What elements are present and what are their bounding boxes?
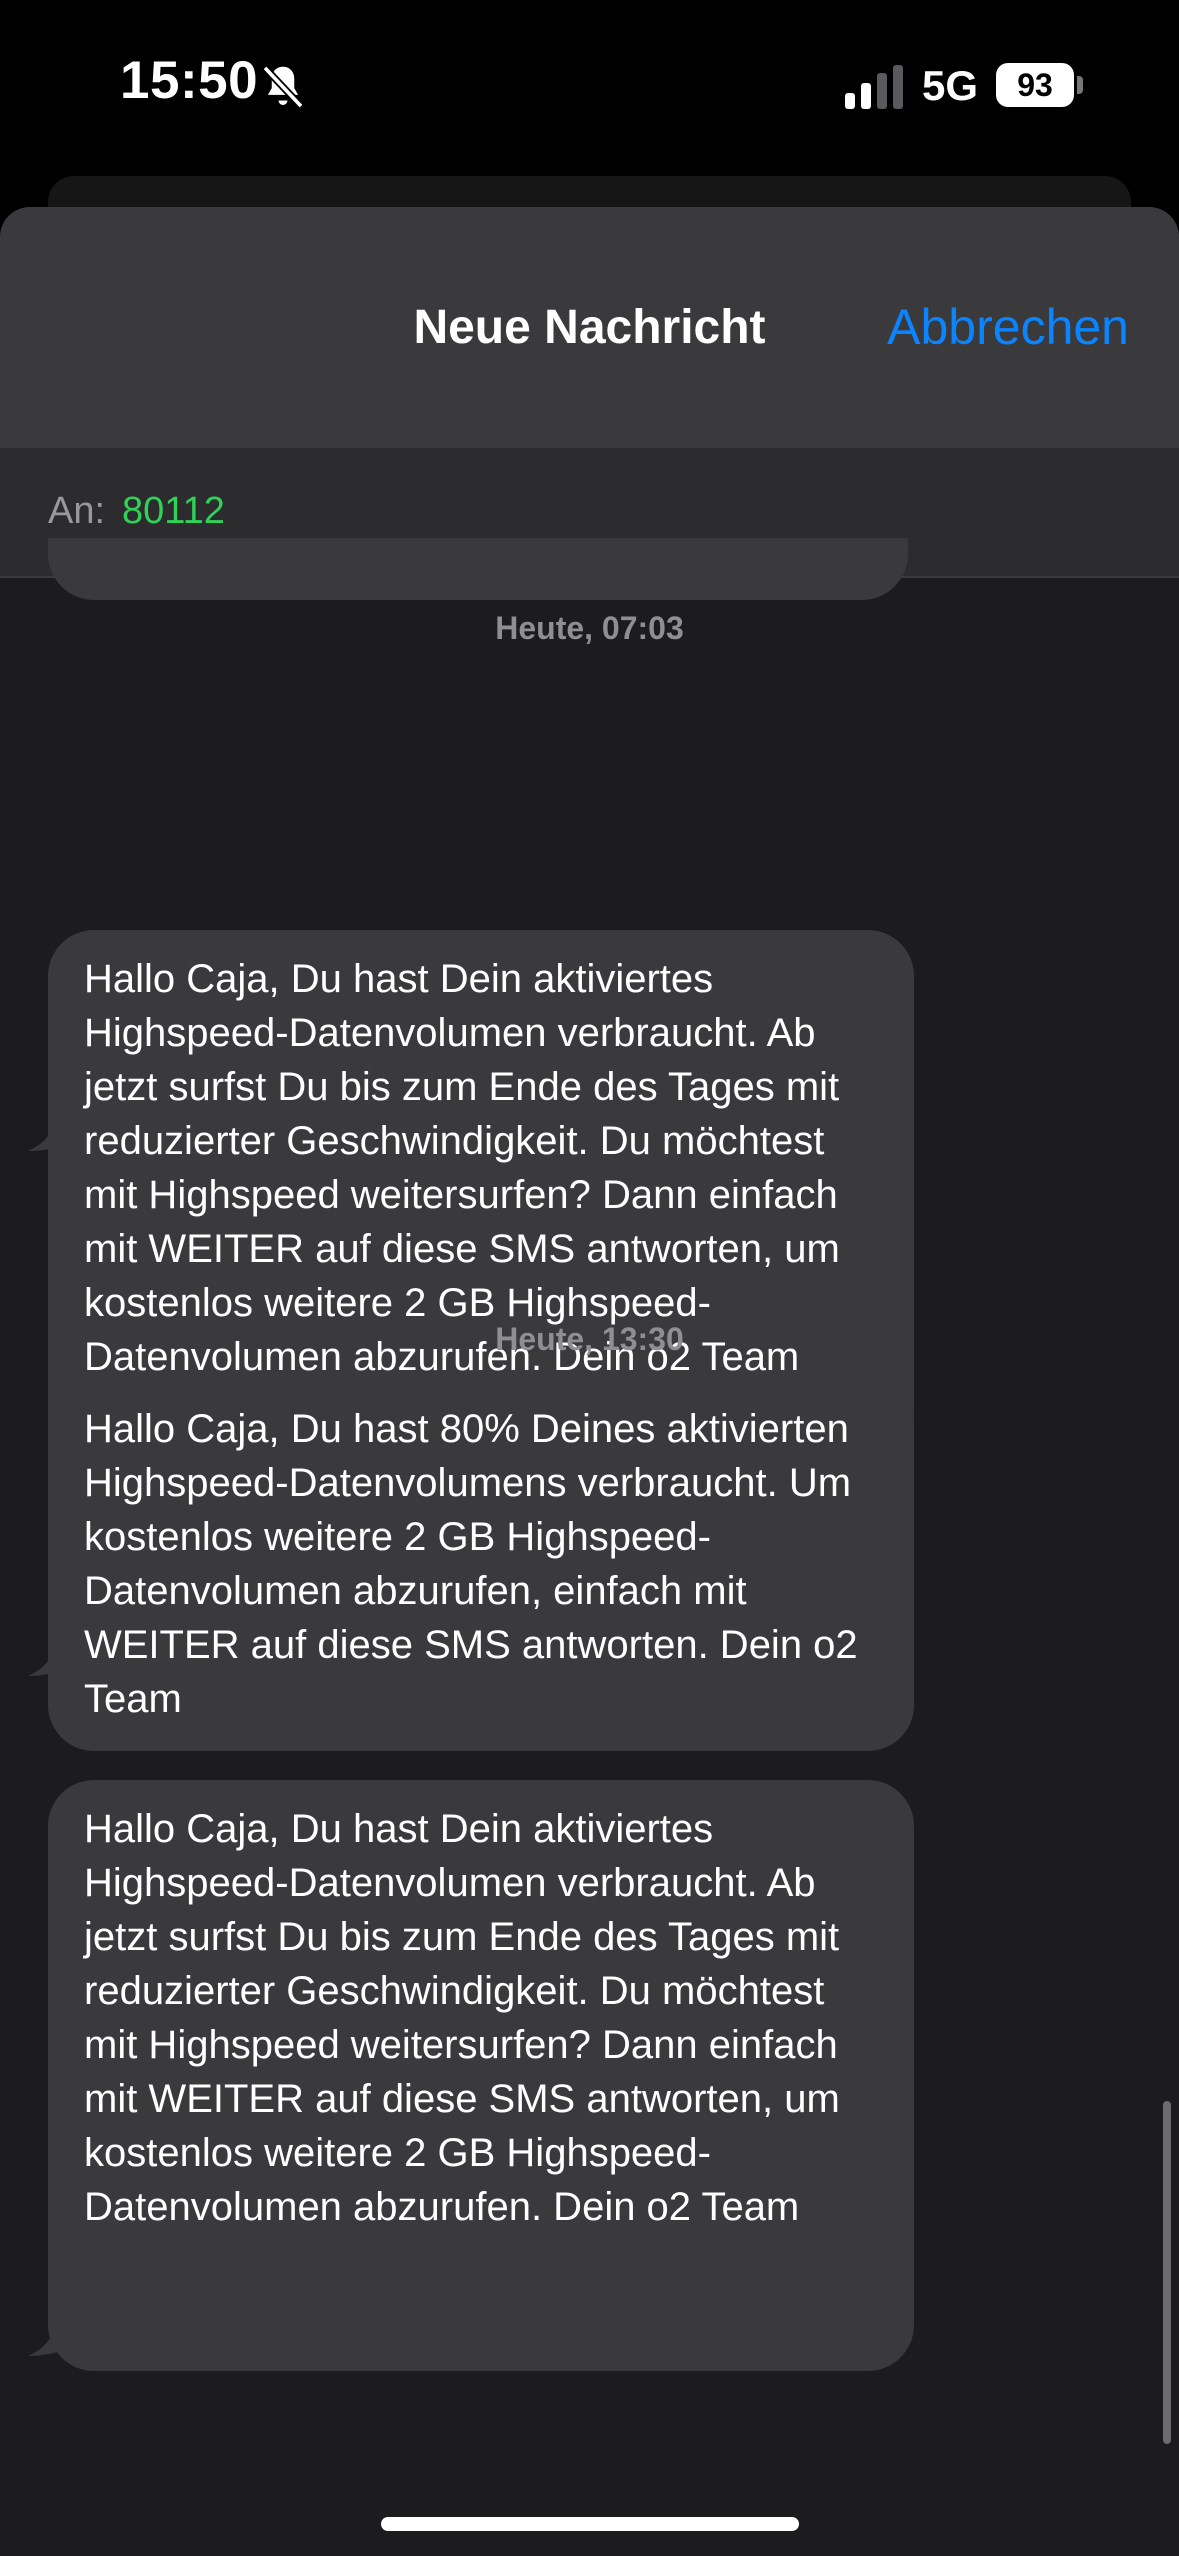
message-timestamp: Heute, 07:03 [495,610,684,646]
recipient-chip[interactable]: 80112 [122,490,225,533]
message-timestamp: Heute, 13:30 [495,1321,684,1357]
new-message-sheet: Neue Nachricht Abbrechen An: 80112 Heute… [0,207,1179,2556]
cancel-button[interactable]: Abbrechen [887,298,1129,356]
scrollbar[interactable] [1163,2101,1171,2444]
battery-icon: 93 [996,63,1074,107]
message-bubble[interactable]: Hallo Caja, Du hast Dein aktiviertes Hig… [48,1780,914,2371]
battery-level: 93 [1017,66,1053,103]
home-indicator[interactable] [381,2517,799,2531]
message-bubble[interactable]: Hallo Caja, Du hast 80% Deines aktiviert… [48,1380,914,1751]
recipient-label: An: [48,490,106,532]
message-bubble-partial [48,538,908,600]
battery-cap [1077,76,1083,94]
bell-slash-icon [262,65,304,109]
status-bar: 15:50 5G 93 [0,0,1179,175]
sheet-header: Neue Nachricht Abbrechen [0,207,1179,448]
cellular-signal-icon [845,65,903,109]
status-time: 15:50 [120,51,259,110]
network-type: 5G [922,62,979,109]
message-transcript[interactable]: Heute, 07:03 Hallo Caja, Du hast Dein ak… [0,538,1179,2556]
